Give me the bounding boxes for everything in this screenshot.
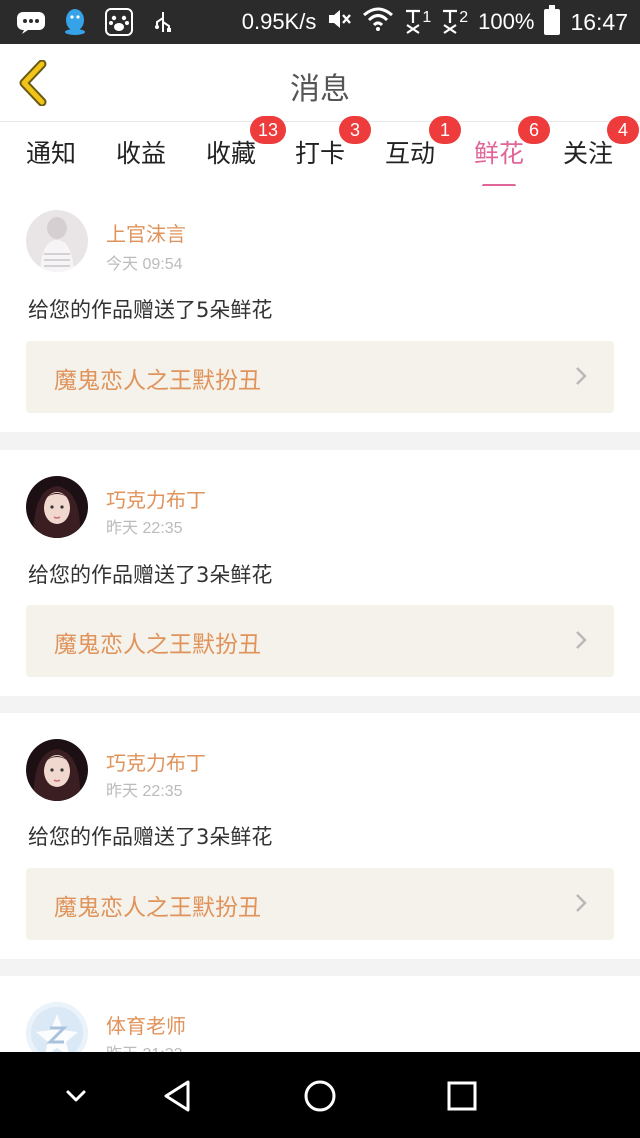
sim-signal-icon: 1 bbox=[404, 9, 431, 35]
page-title: 消息 bbox=[290, 72, 350, 107]
work-link[interactable]: 魔鬼恋人之王默扮丑 bbox=[26, 605, 614, 677]
tab-follow[interactable]: 关注 4 bbox=[563, 116, 639, 170]
work-link[interactable]: 魔鬼恋人之王默扮丑 bbox=[26, 868, 614, 940]
tab-label: 鲜花 bbox=[474, 139, 525, 168]
badge-count: 3 bbox=[339, 116, 371, 144]
tab-label: 通知 bbox=[26, 139, 77, 168]
tab-label: 打卡 bbox=[295, 139, 346, 168]
sim-signal-icon: 2 bbox=[441, 9, 468, 35]
sender-name[interactable]: 体育老师 bbox=[106, 1010, 186, 1039]
battery-percent: 100% bbox=[478, 9, 535, 34]
message-text: 给您的作品赠送了5朵鲜花 bbox=[28, 298, 273, 322]
message-icon bbox=[16, 9, 46, 35]
mute-icon bbox=[326, 7, 352, 37]
tab-earnings[interactable]: 收益 bbox=[116, 134, 166, 170]
chevron-right-icon bbox=[576, 631, 587, 649]
clock: 16:47 bbox=[570, 8, 628, 35]
tab-favorites[interactable]: 收藏 13 bbox=[206, 116, 287, 170]
tab-label: 互动 bbox=[385, 139, 436, 168]
network-speed: 0.95K/s bbox=[241, 9, 317, 34]
message-time: 今天 09:54 bbox=[106, 256, 183, 273]
system-nav-bar bbox=[0, 1052, 640, 1138]
sim2-label: 2 bbox=[459, 9, 469, 26]
tab-label: 收藏 bbox=[206, 139, 257, 168]
tab-bar: 通知 收益 收藏 13 打卡 3 互动 1 鲜花 6 关注 4 bbox=[0, 116, 640, 188]
tab-checkin[interactable]: 打卡 3 bbox=[295, 116, 371, 170]
message-card: 上官沫言 今天 09:54 给您的作品赠送了5朵鲜花 魔鬼恋人之王默扮丑 bbox=[0, 186, 640, 432]
badge-count: 13 bbox=[250, 116, 287, 144]
message-card: 体育老师 昨天 21:33 bbox=[0, 976, 640, 1052]
avatar[interactable] bbox=[26, 1002, 88, 1052]
message-text: 给您的作品赠送了3朵鲜花 bbox=[28, 825, 273, 849]
collapse-down-icon[interactable] bbox=[56, 1076, 96, 1116]
chevron-right-icon bbox=[576, 367, 587, 385]
tab-flowers[interactable]: 鲜花 6 bbox=[474, 116, 550, 188]
baidu-icon bbox=[104, 8, 134, 36]
recent-square-icon[interactable] bbox=[442, 1076, 482, 1116]
message-text: 给您的作品赠送了3朵鲜花 bbox=[28, 563, 273, 587]
avatar[interactable] bbox=[26, 739, 88, 801]
message-time: 昨天 21:33 bbox=[106, 1040, 183, 1052]
app-header: 消息 bbox=[0, 44, 640, 122]
usb-icon bbox=[148, 9, 178, 35]
message-card: 巧克力布丁 昨天 22:35 给您的作品赠送了3朵鲜花 魔鬼恋人之王默扮丑 bbox=[0, 450, 640, 696]
work-title: 魔鬼恋人之王默扮丑 bbox=[54, 895, 261, 921]
avatar[interactable] bbox=[26, 210, 88, 272]
battery-icon bbox=[544, 5, 561, 35]
tab-notice[interactable]: 通知 bbox=[26, 134, 76, 170]
work-title: 魔鬼恋人之王默扮丑 bbox=[54, 632, 261, 658]
chevron-right-icon bbox=[576, 894, 587, 912]
message-time: 昨天 22:35 bbox=[106, 783, 183, 800]
sender-name[interactable]: 巧克力布丁 bbox=[106, 747, 206, 776]
status-bar: 0.95K/s 1 2 100% 16:47 bbox=[0, 0, 640, 44]
back-triangle-icon[interactable] bbox=[158, 1076, 198, 1116]
work-link[interactable]: 魔鬼恋人之王默扮丑 bbox=[26, 341, 614, 413]
qq-icon bbox=[60, 9, 90, 35]
message-card: 巧克力布丁 昨天 22:35 给您的作品赠送了3朵鲜花 魔鬼恋人之王默扮丑 bbox=[0, 713, 640, 959]
wifi-icon bbox=[362, 7, 394, 37]
tab-label: 关注 bbox=[563, 139, 614, 168]
badge-count: 1 bbox=[429, 116, 461, 144]
message-time: 昨天 22:35 bbox=[106, 520, 183, 537]
sender-name[interactable]: 上官沫言 bbox=[106, 218, 186, 247]
sim1-label: 1 bbox=[422, 9, 432, 26]
work-title: 魔鬼恋人之王默扮丑 bbox=[54, 368, 261, 394]
home-circle-icon[interactable] bbox=[300, 1076, 340, 1116]
avatar[interactable] bbox=[26, 476, 88, 538]
badge-count: 4 bbox=[607, 116, 639, 144]
message-list: 上官沫言 今天 09:54 给您的作品赠送了5朵鲜花 魔鬼恋人之王默扮丑 巧克力… bbox=[0, 186, 640, 1052]
badge-count: 6 bbox=[518, 116, 550, 144]
tab-interaction[interactable]: 互动 1 bbox=[385, 116, 461, 170]
tab-label: 收益 bbox=[116, 139, 167, 168]
sender-name[interactable]: 巧克力布丁 bbox=[106, 484, 206, 513]
